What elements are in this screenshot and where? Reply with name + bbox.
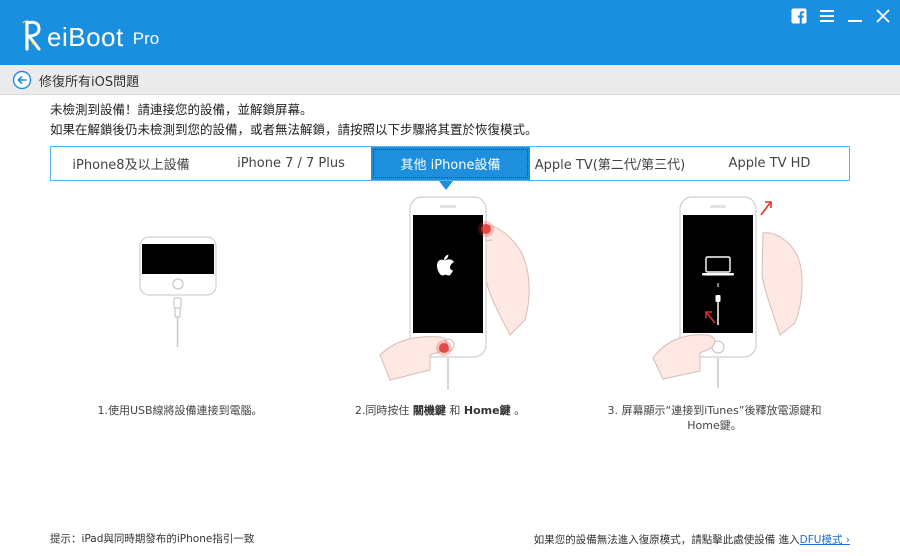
menu-icon[interactable] bbox=[818, 7, 836, 25]
back-button[interactable] bbox=[12, 70, 32, 90]
step3-caption: 3. 屏幕顯示“連接到iTunes”後釋放電源鍵和 Home鍵。 bbox=[592, 403, 837, 433]
logo-r-mark bbox=[22, 19, 46, 51]
footer-tip: 提示：iPad與同時期發布的iPhone指引一致 bbox=[50, 533, 255, 545]
tab-iphone7[interactable]: iPhone 7 / 7 Plus bbox=[211, 147, 371, 180]
step3-illustration bbox=[645, 193, 810, 392]
instruction-line-1: 未檢測到設備！請連接您的設備，並解鎖屏幕。 bbox=[50, 102, 313, 117]
app-window: eiBoot Pro 修復所有iOS問題 未檢測到設備！請連接您的設備，並解鎖屏… bbox=[0, 0, 900, 556]
step2-caption: 2.同時按住 關機鍵 和 Home鍵 。 bbox=[330, 403, 550, 418]
footer-dfu: 如果您的設備無法進入復原模式，請點擊此處使設備 進入DFU模式 › bbox=[534, 532, 850, 547]
close-icon[interactable] bbox=[874, 7, 892, 25]
dfu-mode-link[interactable]: DFU模式 › bbox=[800, 534, 850, 546]
breadcrumb: 修復所有iOS問題 bbox=[0, 65, 900, 95]
device-tabs: iPhone8及以上設備 iPhone 7 / 7 Plus 其他 iPhone… bbox=[50, 146, 850, 181]
tab-other-iphone[interactable]: 其他 iPhone設備 bbox=[371, 147, 530, 180]
back-arrow-icon bbox=[12, 70, 32, 90]
tab-apple-tv-hd[interactable]: Apple TV HD bbox=[690, 147, 849, 180]
step2-suffix: 。 bbox=[510, 404, 526, 417]
step1-text: 1.使用USB線將設備連接到電腦。 bbox=[97, 404, 263, 417]
step2-power-key: 關機鍵 bbox=[412, 404, 446, 417]
app-edition: Pro bbox=[132, 29, 160, 48]
app-logo: eiBoot Pro bbox=[22, 17, 159, 51]
step2-prefix: 2.同時按住 bbox=[354, 404, 413, 417]
tab-apple-tv-2-3[interactable]: Apple TV(第二代/第三代) bbox=[530, 147, 690, 180]
app-name: eiBoot bbox=[47, 22, 124, 52]
tab-iphone8-and-above[interactable]: iPhone8及以上設備 bbox=[51, 147, 211, 180]
step3-text-line1: 3. 屏幕顯示“連接到iTunes”後釋放電源鍵和 bbox=[607, 404, 822, 417]
step1-caption: 1.使用USB線將設備連接到電腦。 bbox=[70, 403, 290, 418]
title-bar: eiBoot Pro bbox=[0, 0, 900, 65]
step3-text-line2: Home鍵。 bbox=[687, 419, 742, 432]
instruction-line-2: 如果在解鎖後仍未檢測到您的設備，或者無法解鎖，請按照以下步驟將其置於恢復模式。 bbox=[50, 122, 538, 137]
dfu-prefix-text: 如果您的設備無法進入復原模式，請點擊此處使設備 進入 bbox=[533, 534, 800, 546]
step2-home-key: Home鍵 bbox=[463, 404, 511, 417]
page-title: 修復所有iOS問題 bbox=[39, 75, 140, 90]
active-tab-pointer bbox=[439, 181, 453, 190]
minimize-icon[interactable] bbox=[846, 7, 864, 25]
step2-and: 和 bbox=[445, 404, 464, 417]
window-controls bbox=[790, 7, 892, 25]
facebook-icon[interactable] bbox=[790, 7, 808, 25]
step1-illustration bbox=[130, 232, 230, 361]
step2-illustration bbox=[370, 195, 535, 394]
